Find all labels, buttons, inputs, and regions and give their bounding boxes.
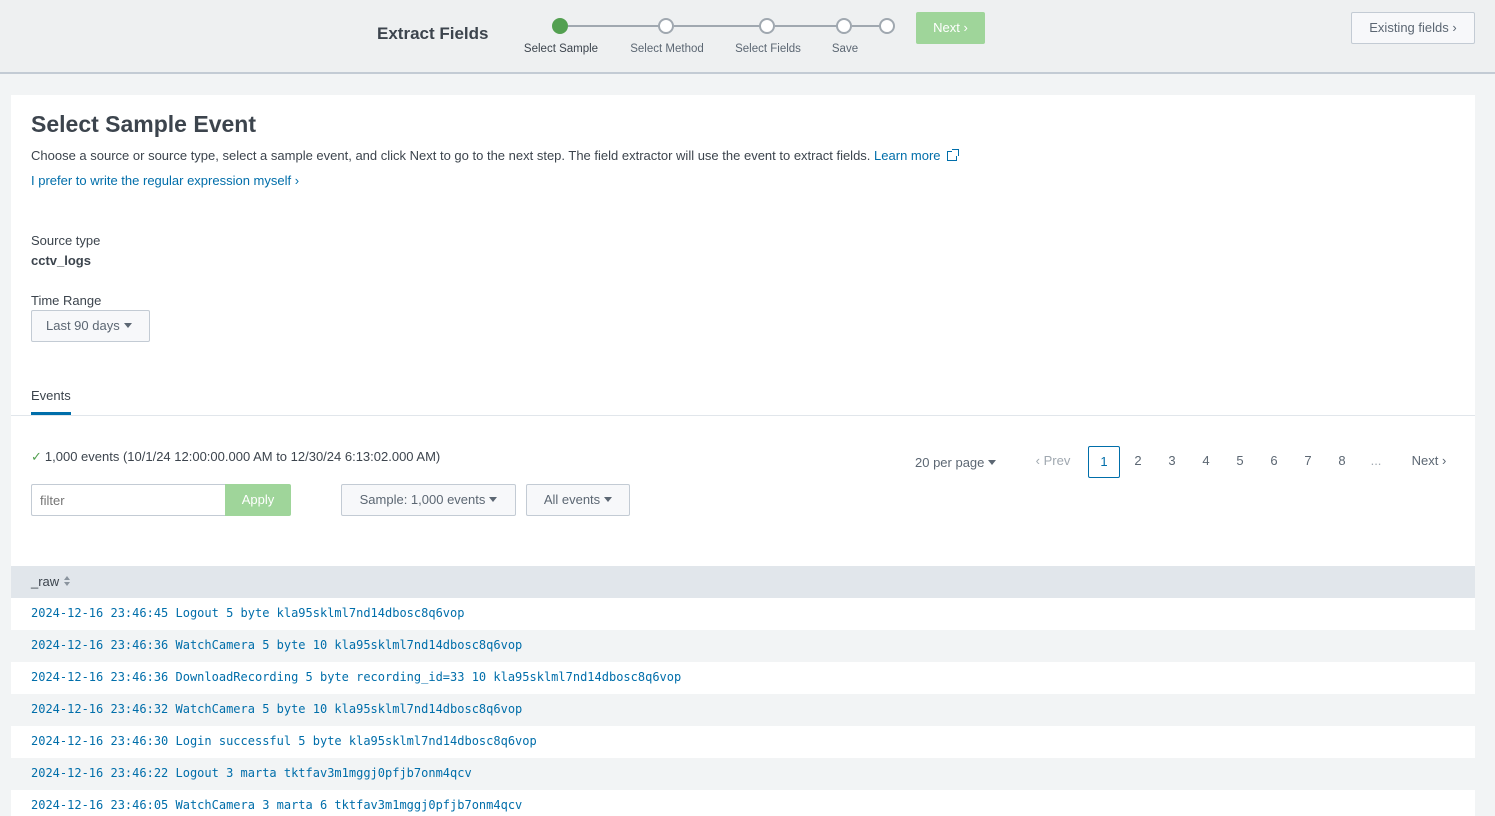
source-type-value: cctv_logs bbox=[31, 253, 91, 268]
per-page-label: 20 per page bbox=[915, 455, 985, 470]
raw-event-text: 2024-12-16 23:46:05 WatchCamera 3 marta … bbox=[31, 798, 523, 812]
step-label-select-sample: Select Sample bbox=[523, 43, 599, 55]
all-events-label: All events bbox=[543, 492, 601, 507]
raw-column-header[interactable]: _raw bbox=[31, 574, 71, 589]
tab-events[interactable]: Events bbox=[31, 388, 71, 415]
page-button-2[interactable]: 2 bbox=[1122, 446, 1154, 478]
page-button-4[interactable]: 4 bbox=[1190, 446, 1222, 478]
per-page-dropdown[interactable]: 20 per page bbox=[915, 455, 997, 470]
page-button-5[interactable]: 5 bbox=[1224, 446, 1256, 478]
prev-label: Prev bbox=[1043, 453, 1071, 468]
filter-input[interactable] bbox=[31, 484, 225, 516]
learn-more-link[interactable]: Learn more bbox=[874, 148, 959, 163]
table-row[interactable]: 2024-12-16 23:46:36 WatchCamera 5 byte 1… bbox=[11, 630, 1475, 662]
header: Extract Fields Select Sample Select Meth… bbox=[0, 0, 1495, 74]
regex-link[interactable]: I prefer to write the regular expression… bbox=[31, 173, 299, 188]
chevron-right-icon: › bbox=[1452, 20, 1457, 35]
existing-fields-label: Existing fields bbox=[1369, 20, 1449, 35]
step-connector bbox=[568, 25, 659, 27]
caret-down-icon bbox=[988, 460, 997, 465]
page-ellipsis: ... bbox=[1370, 453, 1382, 468]
step-dot-select-sample bbox=[552, 18, 568, 34]
source-type-label: Source type bbox=[31, 233, 101, 248]
page-button-3[interactable]: 3 bbox=[1156, 446, 1188, 478]
raw-event-text: 2024-12-16 23:46:32 WatchCamera 5 byte 1… bbox=[31, 702, 523, 716]
next-button-label: Next bbox=[933, 20, 960, 35]
page-button-6[interactable]: 6 bbox=[1258, 446, 1290, 478]
step-dot-final bbox=[879, 18, 895, 34]
step-dot-save bbox=[836, 18, 852, 34]
step-connector bbox=[674, 25, 760, 27]
prev-page-button[interactable]: ‹ Prev bbox=[1030, 446, 1076, 478]
caret-down-icon bbox=[489, 497, 498, 502]
raw-event-text: 2024-12-16 23:46:30 Login successful 5 b… bbox=[31, 734, 537, 748]
time-range-label: Time Range bbox=[31, 293, 102, 308]
caret-down-icon bbox=[123, 323, 132, 328]
description: Choose a source or source type, select a… bbox=[31, 148, 959, 163]
table-row[interactable]: 2024-12-16 23:46:36 DownloadRecording 5 … bbox=[11, 662, 1475, 694]
next-button[interactable]: Next › bbox=[916, 12, 985, 44]
sample-dropdown[interactable]: Sample: 1,000 events bbox=[341, 484, 516, 516]
raw-event-text: 2024-12-16 23:46:45 Logout 5 byte kla95s… bbox=[31, 606, 465, 620]
tab-divider bbox=[11, 415, 1475, 416]
step-dot-select-fields bbox=[759, 18, 775, 34]
learn-more-label: Learn more bbox=[874, 148, 941, 163]
stepper: Select Sample Select Method Select Field… bbox=[0, 0, 1495, 74]
sample-label: Sample: 1,000 events bbox=[359, 492, 486, 507]
step-label-select-method: Select Method bbox=[630, 43, 704, 55]
step-connector bbox=[852, 25, 880, 27]
table-header: _raw bbox=[11, 566, 1475, 598]
step-label-save: Save bbox=[831, 43, 859, 55]
caret-down-icon bbox=[604, 497, 613, 502]
main-panel: Select Sample Event Choose a source or s… bbox=[11, 95, 1475, 816]
apply-button[interactable]: Apply bbox=[225, 484, 291, 516]
next-page-label: Next bbox=[1411, 453, 1439, 468]
step-dot-select-method bbox=[658, 18, 674, 34]
external-link-icon bbox=[946, 149, 959, 161]
description-text: Choose a source or source type, select a… bbox=[31, 148, 871, 163]
regex-link-label: I prefer to write the regular expression… bbox=[31, 173, 292, 188]
table-row[interactable]: 2024-12-16 23:46:30 Login successful 5 b… bbox=[11, 726, 1475, 758]
table-row[interactable]: 2024-12-16 23:46:22 Logout 3 marta tktfa… bbox=[11, 758, 1475, 790]
raw-event-text: 2024-12-16 23:46:22 Logout 3 marta tktfa… bbox=[31, 766, 472, 780]
chevron-right-icon: › bbox=[963, 20, 968, 35]
step-connector bbox=[775, 25, 837, 27]
table-row[interactable]: 2024-12-16 23:46:45 Logout 5 byte kla95s… bbox=[11, 598, 1475, 630]
step-label-select-fields: Select Fields bbox=[735, 43, 801, 55]
raw-column-label: _raw bbox=[31, 574, 60, 589]
all-events-dropdown[interactable]: All events bbox=[526, 484, 630, 516]
page-button-8[interactable]: 8 bbox=[1326, 446, 1358, 478]
existing-fields-button[interactable]: Existing fields › bbox=[1351, 12, 1475, 44]
table-row[interactable]: 2024-12-16 23:46:32 WatchCamera 5 byte 1… bbox=[11, 694, 1475, 726]
next-page-button[interactable]: Next › bbox=[1404, 446, 1454, 478]
chevron-right-icon: › bbox=[1442, 453, 1447, 468]
sort-icon bbox=[64, 576, 71, 586]
page-title: Select Sample Event bbox=[31, 111, 256, 137]
raw-event-text: 2024-12-16 23:46:36 DownloadRecording 5 … bbox=[31, 670, 682, 684]
page-button-7[interactable]: 7 bbox=[1292, 446, 1324, 478]
chevron-left-icon: ‹ bbox=[1035, 453, 1040, 468]
time-range-dropdown[interactable]: Last 90 days bbox=[31, 310, 150, 342]
pagination: 20 per page ‹ Prev 1 2 3 4 5 6 7 8 ... N… bbox=[11, 446, 1475, 478]
page-button-1[interactable]: 1 bbox=[1088, 446, 1120, 478]
raw-event-text: 2024-12-16 23:46:36 WatchCamera 5 byte 1… bbox=[31, 638, 523, 652]
chevron-right-icon: › bbox=[294, 173, 300, 188]
time-range-value: Last 90 days bbox=[46, 318, 120, 333]
table-row[interactable]: 2024-12-16 23:46:05 WatchCamera 3 marta … bbox=[11, 790, 1475, 816]
events-table-body: 2024-12-16 23:46:45 Logout 5 byte kla95s… bbox=[11, 598, 1475, 816]
